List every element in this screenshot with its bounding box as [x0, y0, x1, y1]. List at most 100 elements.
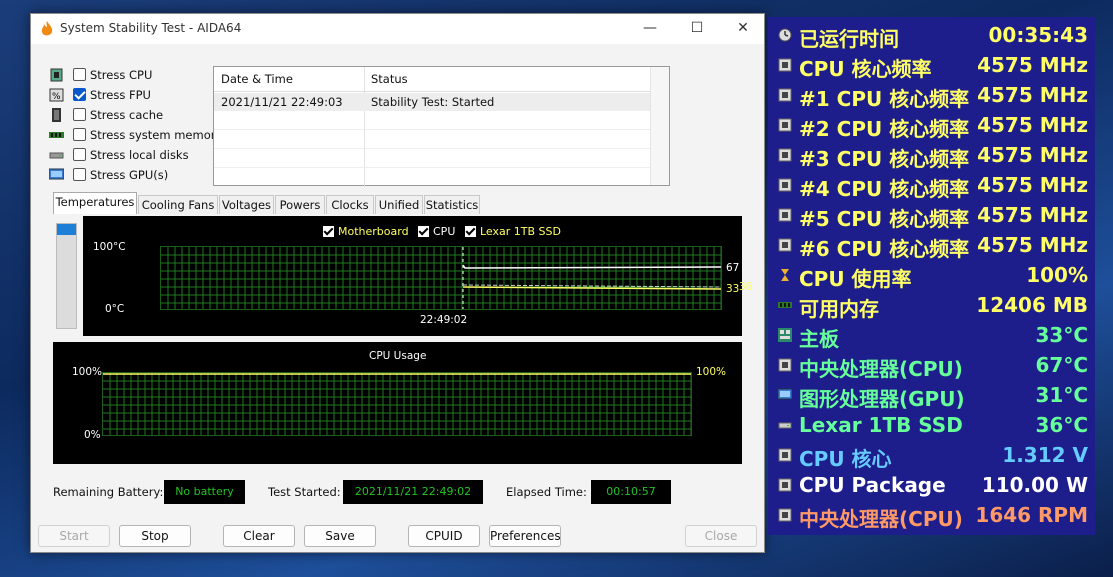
osd-row: 可用内存 12406 MB	[768, 290, 1095, 321]
osd-label: #3 CPU 核心频率	[799, 147, 970, 171]
stress-cpu-option[interactable]: Stress CPU	[49, 66, 219, 84]
tab-clocks[interactable]: Clocks	[326, 195, 374, 214]
cpu-temp-line	[462, 264, 721, 269]
stress-cpu-checkbox[interactable]	[73, 68, 86, 81]
table-row[interactable]: 2021/11/21 22:49:03 Stability Test: Star…	[214, 93, 650, 111]
tab-statistics[interactable]: Statistics	[424, 195, 480, 214]
osd-value: 100%	[1026, 263, 1088, 287]
close-window-button[interactable]: ✕	[731, 18, 755, 38]
tab-temperatures[interactable]: Temperatures	[53, 192, 137, 214]
fpu-icon: %	[49, 88, 64, 102]
stability-test-window: System Stability Test - AIDA64 — ☐ ✕ Str…	[30, 13, 765, 553]
status-log-table[interactable]: Date & Time Status 2021/11/21 22:49:03 S…	[213, 66, 670, 187]
disk-icon	[778, 418, 792, 432]
osd-value: 00:35:43	[988, 23, 1089, 47]
legend-checkbox[interactable]	[418, 226, 429, 237]
tab-unified[interactable]: Unified	[375, 195, 423, 214]
tab-voltages[interactable]: Voltages	[219, 195, 274, 214]
osd-label: #5 CPU 核心频率	[799, 207, 970, 231]
osd-label: Lexar 1TB SSD	[799, 413, 963, 437]
cpuid-button[interactable]: CPUID	[408, 525, 480, 547]
stress-fpu-checkbox[interactable]	[73, 88, 86, 101]
stress-disks-label: Stress local disks	[90, 148, 189, 162]
cpu-temp-end-label: 67	[726, 262, 740, 274]
cpu-icon	[778, 178, 792, 192]
osd-row: #5 CPU 核心频率 4575 MHz	[768, 200, 1095, 231]
osd-label: #2 CPU 核心频率	[799, 117, 970, 141]
legend-motherboard[interactable]: Motherboard	[323, 225, 409, 238]
cpu-y-min-label: 0%	[84, 429, 101, 441]
stress-cache-checkbox[interactable]	[73, 108, 86, 121]
stop-button[interactable]: Stop	[119, 525, 191, 547]
osd-label: 中央处理器(CPU)	[799, 357, 963, 381]
preferences-button[interactable]: Preferences	[489, 525, 561, 547]
osd-label: #4 CPU 核心频率	[799, 177, 970, 201]
legend-checkbox[interactable]	[323, 226, 334, 237]
osd-row: 中央处理器(CPU) 1646 RPM	[768, 500, 1095, 531]
clear-button[interactable]: Clear	[223, 525, 295, 547]
osd-value: 4575 MHz	[977, 203, 1088, 227]
temperature-plot	[160, 246, 722, 310]
legend-checkbox[interactable]	[465, 226, 476, 237]
osd-value: 4575 MHz	[977, 173, 1088, 197]
close-button[interactable]: Close	[685, 525, 757, 547]
osd-value: 110.00 W	[981, 473, 1088, 497]
motherboard-icon	[778, 328, 792, 342]
stress-cache-option[interactable]: Stress cache	[49, 106, 219, 124]
stress-fpu-option[interactable]: % Stress FPU	[49, 86, 219, 104]
osd-row: 图形处理器(GPU) 31°C	[768, 380, 1095, 411]
stress-gpu-checkbox[interactable]	[73, 168, 86, 181]
table-row	[214, 112, 650, 130]
save-button[interactable]: Save	[304, 525, 376, 547]
cpu-icon	[778, 238, 792, 252]
title-bar[interactable]: System Stability Test - AIDA64 — ☐ ✕	[31, 14, 764, 44]
stress-cache-label: Stress cache	[90, 108, 164, 122]
stress-disks-checkbox[interactable]	[73, 148, 86, 161]
osd-value: 4575 MHz	[977, 143, 1088, 167]
table-row	[214, 150, 650, 168]
stress-gpu-option[interactable]: Stress GPU(s)	[49, 166, 219, 184]
svg-text:%: %	[52, 92, 61, 102]
maximize-button[interactable]: ☐	[685, 18, 709, 38]
gpu-icon	[777, 388, 793, 402]
cpu-icon	[778, 448, 792, 462]
legend-cpu[interactable]: CPU	[418, 225, 455, 238]
log-scrollbar[interactable]	[650, 67, 669, 185]
legend-lexar-ssd[interactable]: Lexar 1TB SSD	[465, 225, 561, 238]
column-header-datetime[interactable]: Date & Time	[221, 72, 293, 86]
stress-memory-checkbox[interactable]	[73, 128, 86, 141]
tab-cooling-fans[interactable]: Cooling Fans	[138, 195, 218, 214]
stress-gpu-label: Stress GPU(s)	[90, 168, 169, 182]
disk-icon	[49, 152, 64, 159]
cpu-usage-grid	[103, 373, 691, 435]
column-header-status[interactable]: Status	[371, 72, 408, 86]
battery-label: Remaining Battery:	[53, 485, 164, 499]
motherboard-temp-end-label: 33	[726, 283, 740, 295]
osd-value: 36°C	[1035, 413, 1088, 437]
window-title: System Stability Test - AIDA64	[60, 21, 242, 35]
flame-icon	[41, 21, 53, 36]
stress-fpu-label: Stress FPU	[90, 88, 151, 102]
osd-label: #6 CPU 核心频率	[799, 237, 970, 261]
minimize-button[interactable]: —	[638, 18, 662, 38]
osd-label: 已运行时间	[799, 27, 899, 51]
stress-memory-label: Stress system memory	[90, 128, 223, 142]
log-header: Date & Time Status	[214, 67, 650, 92]
osd-value: 1.312 V	[1002, 443, 1088, 467]
test-started-label: Test Started:	[268, 485, 341, 499]
tab-powers[interactable]: Powers	[275, 195, 325, 214]
stress-cpu-label: Stress CPU	[90, 68, 153, 82]
start-button[interactable]: Start	[38, 525, 110, 547]
elapsed-time-value: 00:10:57	[591, 480, 671, 504]
stress-memory-option[interactable]: Stress system memory	[49, 126, 223, 144]
graph-scroll-thumb[interactable]	[57, 224, 76, 235]
temp-y-max-label: 100°C	[93, 241, 126, 253]
stress-disks-option[interactable]: Stress local disks	[49, 146, 219, 164]
row-datetime: 2021/11/21 22:49:03	[221, 95, 343, 109]
cpu-usage-title: CPU Usage	[369, 350, 427, 362]
cpu-icon	[778, 358, 792, 372]
osd-value: 12406 MB	[976, 293, 1088, 317]
osd-label: 中央处理器(CPU)	[799, 507, 963, 531]
graph-scroll-slider[interactable]	[56, 223, 77, 329]
temp-x-time-label: 22:49:02	[420, 314, 468, 326]
